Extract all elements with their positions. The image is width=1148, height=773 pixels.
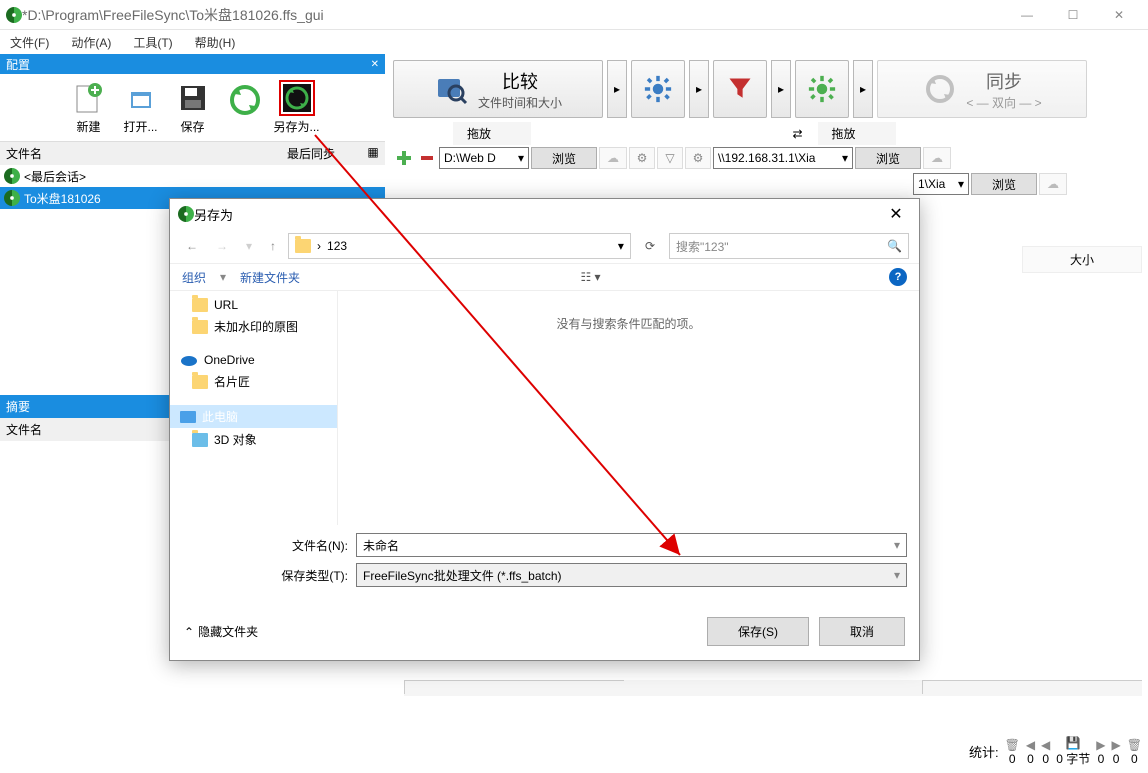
tree-node-3d[interactable]: 3D 对象	[170, 428, 337, 451]
filter-button[interactable]	[713, 60, 767, 118]
filter-gear2-icon[interactable]: ⚙	[685, 147, 711, 169]
dialog-close-button[interactable]: ✕	[881, 204, 911, 224]
menu-help[interactable]: 帮助(H)	[189, 32, 242, 53]
nav-fwd-button[interactable]: →	[210, 237, 234, 255]
filter-gear-icon[interactable]: ⚙	[629, 147, 655, 169]
onedrive-icon	[180, 354, 198, 366]
config-title: 配置	[6, 56, 30, 73]
open-button[interactable]: 打开...	[117, 80, 165, 135]
settings-blue-button[interactable]	[631, 60, 685, 118]
list-item[interactable]: <最后会话>	[0, 165, 385, 187]
config-col-icon[interactable]: ▦	[361, 142, 385, 165]
config-header: 配置 ✕	[0, 54, 385, 74]
help-icon[interactable]: ?	[889, 268, 907, 286]
search-input[interactable]: 搜索"123" 🔍	[669, 233, 909, 259]
save-dialog-button[interactable]: 保存(S)	[707, 617, 809, 646]
settings-green-dropdown[interactable]: ▸	[853, 60, 873, 118]
drag-label-right: 拖放	[818, 122, 896, 145]
save-as-dialog: 另存为 ✕ ← → ▾ ↑ › 123 ▾ ⟳ 搜索"123" 🔍 组织▾ 新建…	[169, 198, 920, 661]
cloud-right-icon[interactable]: ☁	[923, 147, 951, 169]
compare-button[interactable]: 比较文件时间和大小	[393, 60, 603, 118]
hide-folders-button[interactable]: ⌃隐藏文件夹	[184, 623, 258, 640]
swap-icon[interactable]: ⇄	[782, 127, 814, 141]
dialog-icon	[178, 206, 194, 222]
cloud-right2-icon[interactable]: ☁	[1039, 173, 1067, 195]
filter-dropdown[interactable]: ▸	[771, 60, 791, 118]
config-close-icon[interactable]: ✕	[371, 59, 379, 70]
browse-left-button[interactable]: 浏览	[531, 147, 597, 169]
nav-dd-icon[interactable]: ▾	[240, 237, 258, 255]
cancel-dialog-button[interactable]: 取消	[819, 617, 905, 646]
remove-pair-button[interactable]	[417, 147, 437, 169]
file-list-empty: 没有与搜索条件匹配的项。	[338, 291, 919, 525]
nav-back-button[interactable]: ←	[180, 237, 204, 255]
add-pair-button[interactable]	[393, 147, 415, 169]
statusbar: 统计: 🗑0 ◀0 ◀0 💾0 字节 ▶0 ▶0 🗑0	[6, 736, 1142, 767]
stats-icons: 🗑0 ◀0 ◀0 💾0 字节 ▶0 ▶0 🗑0	[1005, 736, 1142, 767]
bottom-scrollbar[interactable]	[404, 680, 1142, 696]
window-titlebar: *D:\Program\FreeFileSync\To米盘181026.ffs_…	[0, 0, 1148, 30]
tree-node-nowater[interactable]: 未加水印的原图	[170, 315, 337, 338]
tree-node-cardmaker[interactable]: 名片匠	[170, 370, 337, 393]
menubar: 文件(F) 动作(A) 工具(T) 帮助(H)	[0, 30, 1148, 54]
newfolder-button[interactable]: 新建文件夹	[240, 269, 300, 286]
list-item-label: <最后会话>	[24, 168, 86, 185]
filetype-label: 保存类型(T):	[270, 567, 348, 584]
filter-funnel-icon[interactable]: ▽	[657, 147, 683, 169]
app-icon	[6, 7, 22, 23]
view-button[interactable]: ☷ ▾	[580, 270, 600, 284]
sync-icon	[4, 190, 20, 206]
minimize-button[interactable]: —	[1004, 0, 1050, 30]
folder-icon	[192, 375, 208, 389]
browse-right2-button[interactable]: 浏览	[971, 173, 1037, 195]
config-col-lastsync[interactable]: 最后同步	[261, 142, 361, 165]
folder-icon	[295, 239, 311, 253]
config-col-filename[interactable]: 文件名	[0, 142, 261, 165]
size-column-header[interactable]: 大小	[1022, 246, 1142, 273]
window-title: *D:\Program\FreeFileSync\To米盘181026.ffs_…	[22, 5, 1004, 25]
filename-input[interactable]: 未命名▾	[356, 533, 907, 557]
sync-button[interactable]: 同步< — 双向 — >	[877, 60, 1087, 118]
cloud-left-icon[interactable]: ☁	[599, 147, 627, 169]
saveas-batch-button[interactable]: 另存为...	[273, 80, 321, 135]
pc-icon	[180, 411, 196, 423]
path-left-input[interactable]: D:\Web D▾	[439, 147, 529, 169]
drag-label-left: 拖放	[453, 122, 531, 145]
tree-node-thispc[interactable]: 此电脑	[170, 405, 337, 428]
compare-dropdown[interactable]: ▸	[607, 60, 627, 118]
path-right-input[interactable]: \\192.168.31.1\Xia▾	[713, 147, 853, 169]
folder-icon	[192, 298, 208, 312]
nav-up-button[interactable]: ↑	[264, 237, 282, 255]
folder-icon	[192, 433, 208, 447]
tree-node-onedrive[interactable]: OneDrive	[170, 350, 337, 370]
filetype-dropdown[interactable]: FreeFileSync批处理文件 (*.ffs_batch)▾	[356, 563, 907, 587]
menu-tools[interactable]: 工具(T)	[127, 32, 178, 53]
list-item-label: To米盘181026	[24, 190, 101, 207]
path-right2-input[interactable]: 1\Xia▾	[913, 173, 969, 195]
new-button[interactable]: 新建	[65, 80, 113, 135]
folder-tree: URL 未加水印的原图 OneDrive 名片匠 此电脑 3D 对象	[170, 291, 338, 525]
browse-right-button[interactable]: 浏览	[855, 147, 921, 169]
settings-blue-dropdown[interactable]: ▸	[689, 60, 709, 118]
filename-label: 文件名(N):	[270, 537, 348, 554]
stats-label: 统计:	[969, 742, 999, 761]
tree-node-url[interactable]: URL	[170, 295, 337, 315]
menu-action[interactable]: 动作(A)	[65, 32, 117, 53]
menu-file[interactable]: 文件(F)	[4, 32, 55, 53]
close-button[interactable]: ✕	[1096, 0, 1142, 30]
sync-icon	[4, 168, 20, 184]
saveas-sync-button[interactable]	[221, 82, 269, 134]
search-icon: 🔍	[887, 239, 902, 253]
maximize-button[interactable]: ☐	[1050, 0, 1096, 30]
breadcrumb[interactable]: › 123 ▾	[288, 233, 631, 259]
refresh-button[interactable]: ⟳	[637, 239, 663, 253]
organize-button[interactable]: 组织	[182, 269, 206, 286]
folder-icon	[192, 320, 208, 334]
settings-green-button[interactable]	[795, 60, 849, 118]
dialog-title: 另存为	[194, 205, 881, 224]
save-button[interactable]: 保存	[169, 80, 217, 135]
